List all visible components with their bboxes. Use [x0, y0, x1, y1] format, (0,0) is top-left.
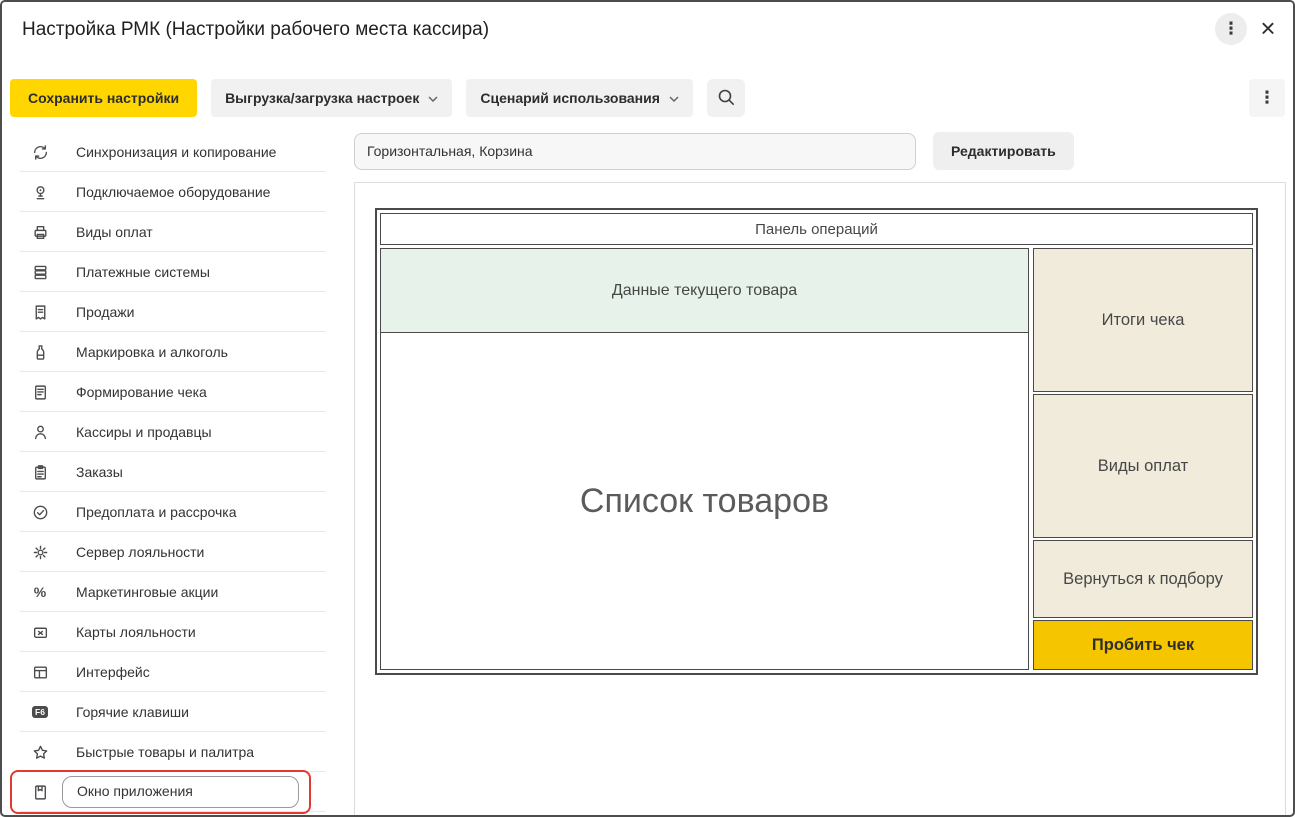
back-to-selection-area: Вернуться к подбору — [1033, 540, 1253, 618]
rmk-layout-mockup: Панель операций Данные текущего товара С… — [375, 208, 1258, 675]
sidebar-item-marketing[interactable]: % Маркетинговые акции — [2, 572, 328, 612]
connected-equipment-icon — [30, 182, 50, 202]
sidebar-item-label: Формирование чека — [76, 384, 207, 400]
sales-icon — [30, 302, 50, 322]
sidebar-item-sync[interactable]: Синхронизация и копирование — [2, 132, 328, 172]
sidebar-item-quick-goods[interactable]: Быстрые товары и палитра — [2, 732, 328, 772]
app-window-icon — [30, 782, 50, 802]
cashiers-icon — [30, 422, 50, 442]
loyalty-cards-icon — [30, 622, 50, 642]
sidebar-item-prepayment[interactable]: Предоплата и рассрочка — [2, 492, 328, 532]
sidebar-item-orders[interactable]: Заказы — [2, 452, 328, 492]
sidebar-item-payment-systems[interactable]: Платежные системы — [2, 252, 328, 292]
save-settings-button[interactable]: Сохранить настройки — [10, 79, 198, 117]
sidebar-item-interface[interactable]: Интерфейс — [2, 652, 328, 692]
payment-types-area: Виды оплат — [1033, 394, 1253, 538]
sidebar-item-receipt-forming[interactable]: Формирование чека — [2, 372, 328, 412]
mockup-body: Данные текущего товара Список товаров Ит… — [380, 248, 1253, 670]
chevron-down-icon — [669, 96, 679, 102]
sidebar-item-label: Карты лояльности — [76, 624, 196, 640]
sidebar-item-app-window[interactable]: Окно приложения — [2, 772, 328, 812]
payment-kinds-icon — [30, 222, 50, 242]
interface-icon — [30, 662, 50, 682]
percent-icon: % — [33, 584, 47, 600]
export-import-settings-label: Выгрузка/загрузка настроек — [225, 90, 420, 106]
sidebar-item-cashiers[interactable]: Кассиры и продавцы — [2, 412, 328, 452]
quick-goods-icon — [30, 742, 50, 762]
orders-icon — [30, 462, 50, 482]
product-list-area: Список товаров — [579, 481, 830, 520]
sidebar-item-label: Платежные системы — [76, 264, 210, 280]
toolbar: Сохранить настройки Выгрузка/загрузка на… — [10, 79, 1285, 117]
sidebar-item-label: Кассиры и продавцы — [76, 424, 212, 440]
sidebar-item-label: Сервер лояльности — [76, 544, 205, 560]
vertical-ellipsis-icon: ⋮ — [1222, 19, 1240, 38]
mockup-right-column: Итоги чека Виды оплат Вернуться к подбор… — [1033, 248, 1253, 670]
titlebar: Настройка РМК (Настройки рабочего места … — [2, 2, 1293, 64]
operations-panel-area: Панель операций — [380, 213, 1253, 245]
layout-name-input[interactable] — [354, 132, 916, 170]
sidebar-item-label: Маркировка и алкоголь — [76, 344, 228, 360]
current-item-area: Данные текущего товара — [381, 249, 1028, 333]
sidebar-item-label: Горячие клавиши — [76, 704, 189, 720]
sidebar-item-label: Синхронизация и копирование — [76, 144, 277, 160]
marking-alcohol-icon — [30, 342, 50, 362]
edit-button[interactable]: Редактировать — [933, 132, 1074, 170]
sidebar-item-label: Заказы — [76, 464, 123, 480]
close-icon: × — [1260, 12, 1276, 43]
sidebar-item-marking-alcohol[interactable]: Маркировка и алкоголь — [2, 332, 328, 372]
layout-preview-panel: Панель операций Данные текущего товара С… — [354, 182, 1286, 815]
page-title: Настройка РМК (Настройки рабочего места … — [22, 19, 490, 40]
sidebar-nav: Синхронизация и копирование Подключаемое… — [2, 132, 328, 815]
sidebar-item-label: Быстрые товары и палитра — [76, 744, 255, 760]
sidebar-item-loyalty-cards[interactable]: Карты лояльности — [2, 612, 328, 652]
window-more-button[interactable]: ⋮ — [1215, 13, 1247, 45]
layout-field-row: Редактировать — [354, 132, 1286, 170]
sidebar-item-label: Маркетинговые акции — [76, 584, 219, 600]
loyalty-server-icon — [30, 542, 50, 562]
selected-item-outline: Окно приложения — [62, 776, 299, 808]
ring-up-receipt-area: Пробить чек — [1033, 620, 1253, 670]
payment-systems-icon — [30, 262, 50, 282]
prepayment-icon — [30, 502, 50, 522]
sidebar-item-label: Подключаемое оборудование — [76, 184, 271, 200]
vertical-ellipsis-icon: ⋮ — [1258, 88, 1276, 107]
sidebar-item-label: Окно приложения — [77, 783, 193, 799]
receipt-totals-area: Итоги чека — [1033, 248, 1253, 392]
sidebar-item-label: Продажи — [76, 304, 135, 320]
sidebar-item-hotkeys[interactable]: F6 Горячие клавиши — [2, 692, 328, 732]
chevron-down-icon — [428, 96, 438, 102]
usage-scenario-dropdown[interactable]: Сценарий использования — [466, 79, 693, 117]
usage-scenario-label: Сценарий использования — [480, 90, 660, 106]
mockup-left-column: Данные текущего товара Список товаров — [380, 248, 1029, 670]
sidebar-item-label: Интерфейс — [76, 664, 150, 680]
sidebar-item-loyalty-server[interactable]: Сервер лояльности — [2, 532, 328, 572]
sidebar-item-connected-equipment[interactable]: Подключаемое оборудование — [2, 172, 328, 212]
search-icon — [717, 88, 735, 109]
export-import-settings-dropdown[interactable]: Выгрузка/загрузка настроек — [211, 79, 453, 117]
app-window: Настройка РМК (Настройки рабочего места … — [0, 0, 1295, 817]
search-button[interactable] — [706, 79, 745, 117]
window-close-button[interactable]: × — [1251, 11, 1285, 45]
receipt-forming-icon — [30, 382, 50, 402]
sidebar-item-sales[interactable]: Продажи — [2, 292, 328, 332]
sync-icon — [30, 142, 50, 162]
sidebar-item-label: Виды оплат — [76, 224, 153, 240]
toolbar-more-button[interactable]: ⋮ — [1249, 79, 1285, 117]
sidebar-item-payment-kinds[interactable]: Виды оплат — [2, 212, 328, 252]
sidebar-item-label: Предоплата и рассрочка — [76, 504, 237, 520]
hotkeys-icon: F6 — [30, 702, 50, 722]
